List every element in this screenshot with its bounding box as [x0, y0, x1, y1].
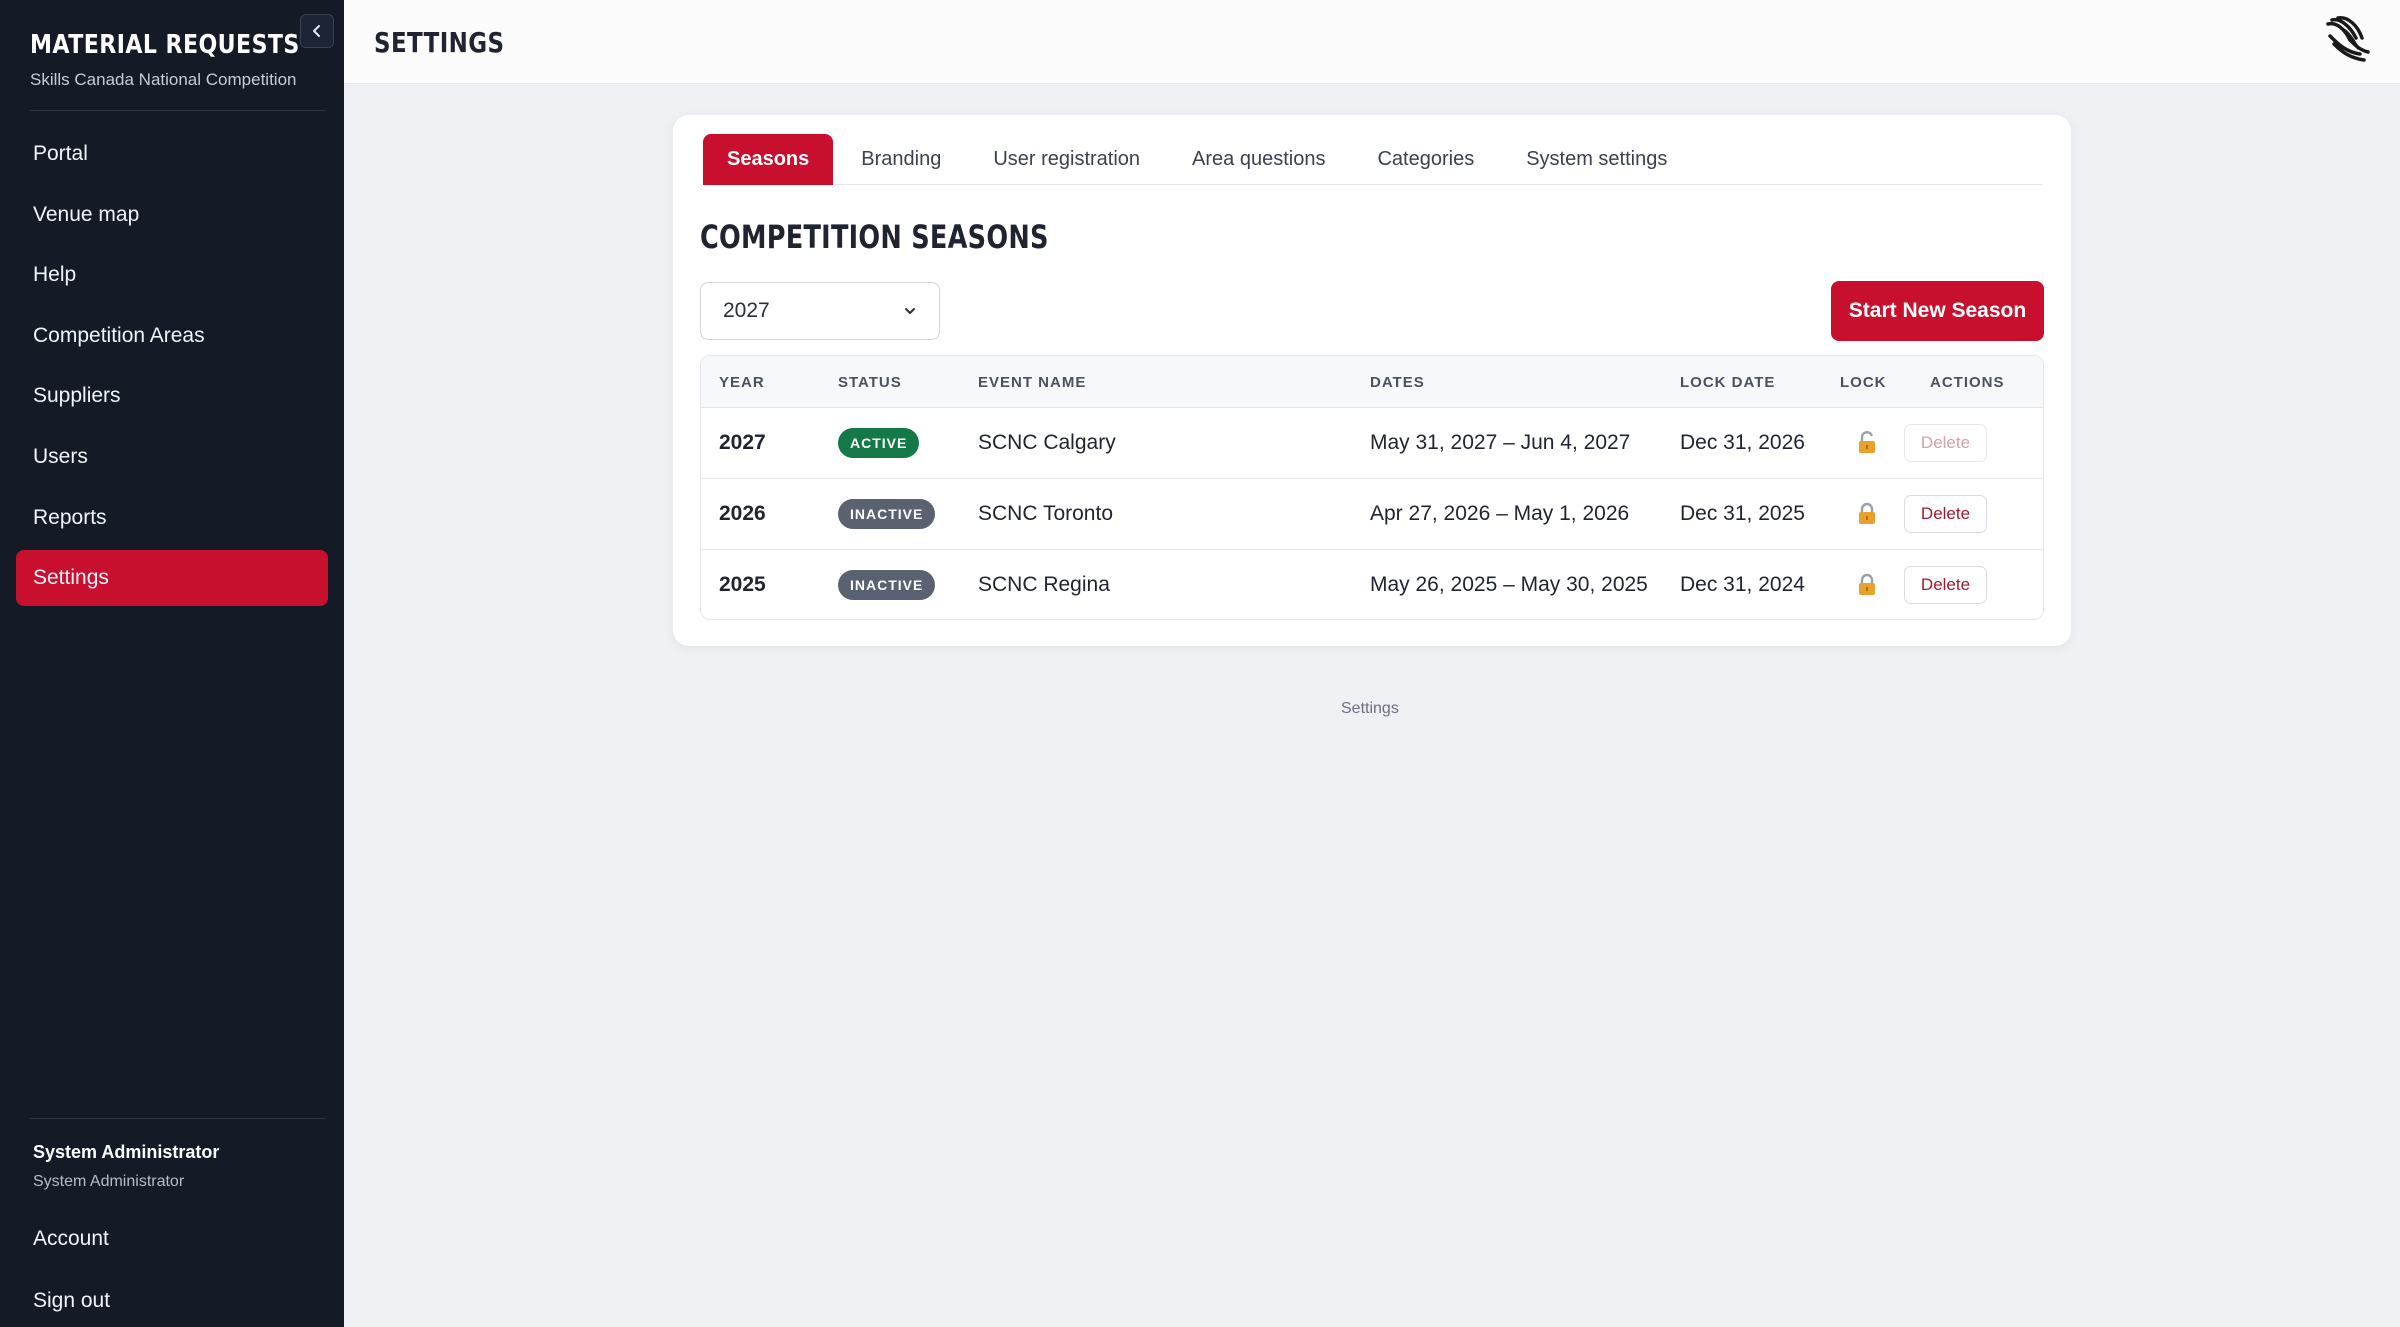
cell-lock-date: Dec 31, 2024 [1680, 573, 1805, 596]
sidebar-nav: Portal Venue map Help Competition Areas … [16, 126, 328, 611]
season-select[interactable]: 2027 [700, 282, 940, 340]
tab-categories[interactable]: Categories [1353, 134, 1498, 185]
sidebar: MATERIAL REQUESTS Skills Canada National… [0, 0, 344, 1327]
sidebar-item-reports[interactable]: Reports [16, 490, 328, 546]
user-name: System Administrator [33, 1142, 220, 1162]
cell-dates: Apr 27, 2026 – May 1, 2026 [1370, 502, 1630, 525]
cell-event-name: SCNC Toronto [978, 502, 1114, 525]
cell-year: 2025 [719, 573, 766, 596]
sign-out-link[interactable]: Sign out [33, 1289, 110, 1313]
column-header-lock-date[interactable]: LOCK DATE [1680, 356, 1775, 408]
sidebar-item-competition-areas[interactable]: Competition Areas [16, 308, 328, 364]
table-header: YEAR STATUS EVENT NAME DATES LOCK DATE L… [701, 356, 2043, 408]
brand-title: MATERIAL REQUESTS [30, 30, 300, 60]
start-new-season-button[interactable]: Start New Season [1831, 281, 2044, 341]
collapse-sidebar-button[interactable] [300, 14, 334, 48]
cell-lock [1856, 479, 1878, 549]
season-select-value: 2027 [723, 299, 770, 322]
column-header-event-name[interactable]: EVENT NAME [978, 356, 1086, 408]
status-badge: ACTIVE [838, 428, 920, 458]
page-title: SETTINGS [374, 26, 505, 59]
cell-dates: May 31, 2027 – Jun 4, 2027 [1370, 431, 1631, 454]
seasons-table: YEAR STATUS EVENT NAME DATES LOCK DATE L… [700, 355, 2044, 620]
table-row: 2027 ACTIVE SCNC Calgary May 31, 2027 – … [701, 408, 2043, 479]
sidebar-divider [30, 1118, 326, 1119]
section-title: COMPETITION SEASONS [700, 218, 1049, 256]
sidebar-item-users[interactable]: Users [16, 429, 328, 485]
skills-logo-icon [2326, 16, 2370, 62]
status-badge: INACTIVE [838, 499, 936, 529]
delete-button[interactable]: Delete [1904, 566, 1987, 604]
tab-system-settings[interactable]: System settings [1502, 134, 1691, 185]
settings-tabs: Seasons Branding User registration Area … [703, 134, 2042, 185]
column-header-actions: ACTIONS [1930, 373, 2005, 391]
column-header-status[interactable]: STATUS [838, 356, 902, 408]
sidebar-item-suppliers[interactable]: Suppliers [16, 368, 328, 424]
chevron-left-icon [313, 25, 320, 37]
tab-seasons[interactable]: Seasons [703, 134, 834, 185]
column-header-dates[interactable]: DATES [1370, 356, 1425, 408]
cell-actions: Delete [1904, 550, 1987, 619]
status-badge: INACTIVE [838, 570, 936, 600]
lock-icon[interactable] [1856, 502, 1878, 526]
sidebar-item-help[interactable]: Help [16, 247, 328, 303]
sidebar-item-settings[interactable]: Settings [16, 550, 328, 607]
cell-status: INACTIVE [838, 550, 936, 619]
account-link[interactable]: Account [33, 1227, 109, 1251]
cell-lock [1856, 408, 1878, 478]
footer-label: Settings [1341, 700, 1399, 717]
delete-button[interactable]: Delete [1904, 424, 1987, 462]
cell-dates: May 26, 2025 – May 30, 2025 [1370, 573, 1648, 596]
chevron-down-icon [905, 308, 915, 314]
user-role: System Administrator [33, 1173, 185, 1190]
lock-icon[interactable] [1856, 573, 1878, 597]
settings-card: Seasons Branding User registration Area … [673, 115, 2071, 646]
top-bar: SETTINGS [344, 0, 2400, 84]
cell-year: 2027 [719, 431, 766, 454]
cell-lock [1856, 550, 1878, 619]
column-header-lock[interactable]: LOCK [1840, 356, 1887, 408]
cell-year: 2026 [719, 502, 766, 525]
tab-user-registration[interactable]: User registration [969, 134, 1164, 185]
sidebar-divider [30, 110, 326, 111]
unlocked-icon[interactable] [1856, 431, 1878, 455]
cell-status: INACTIVE [838, 479, 936, 549]
column-header-year[interactable]: YEAR [719, 356, 765, 408]
delete-button[interactable]: Delete [1904, 495, 1987, 533]
cell-lock-date: Dec 31, 2026 [1680, 431, 1805, 454]
user-info: System Administrator System Administrato… [33, 1142, 219, 1191]
cell-lock-date: Dec 31, 2025 [1680, 502, 1805, 525]
brand-subtitle: Skills Canada National Competition [30, 70, 297, 89]
sidebar-item-portal[interactable]: Portal [16, 126, 328, 182]
table-row: 2026 INACTIVE SCNC Toronto Apr 27, 2026 … [701, 479, 2043, 550]
sidebar-item-venue-map[interactable]: Venue map [16, 187, 328, 243]
cell-actions: Delete [1904, 408, 1987, 478]
table-row: 2025 INACTIVE SCNC Regina May 26, 2025 –… [701, 550, 2043, 619]
cell-actions: Delete [1904, 479, 1987, 549]
cell-event-name: SCNC Regina [978, 573, 1110, 596]
tab-branding[interactable]: Branding [837, 134, 965, 185]
tab-area-questions[interactable]: Area questions [1168, 134, 1349, 185]
cell-event-name: SCNC Calgary [978, 431, 1116, 454]
cell-status: ACTIVE [838, 408, 920, 478]
